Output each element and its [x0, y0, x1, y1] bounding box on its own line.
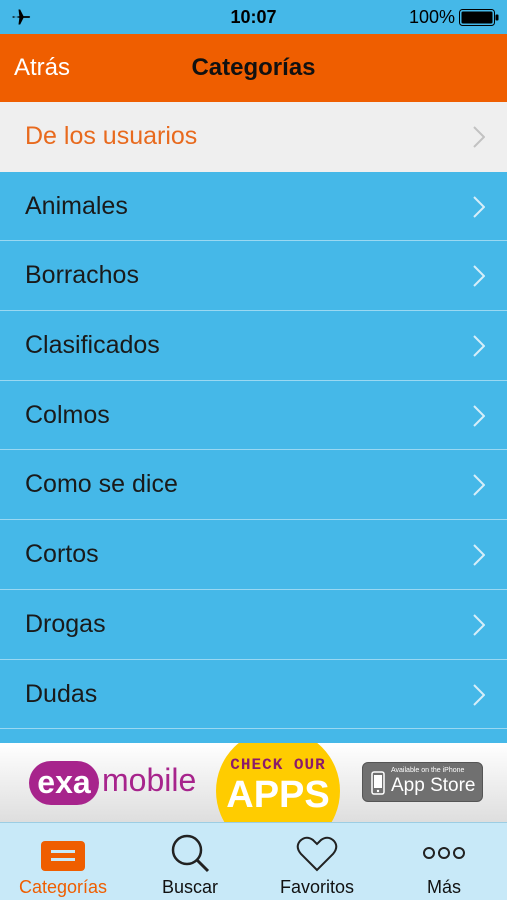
chevron-right-icon — [473, 126, 485, 148]
search-icon — [171, 834, 210, 873]
chevron-right-icon — [473, 544, 485, 566]
tab-label: Categorías — [18, 877, 108, 897]
list-item-de-los-usuarios[interactable]: De los usuarios — [0, 102, 507, 172]
list-item-borrachos[interactable]: Borrachos — [0, 241, 507, 312]
list-item-animales[interactable]: Animales — [0, 172, 507, 242]
tab-label: Más — [426, 877, 461, 897]
heart-icon — [296, 836, 338, 872]
categories-list: De los usuarios Animales Borrachos Clasi… — [0, 102, 507, 743]
app-store-label: App Store — [391, 775, 476, 796]
list-item-cortos[interactable]: Cortos — [0, 520, 507, 590]
categories-icon — [41, 841, 85, 871]
iphone-icon — [371, 771, 385, 795]
list-item-label: Animales — [25, 191, 128, 220]
list-item-label: De los usuarios — [25, 122, 198, 150]
list-item-label: Borrachos — [25, 261, 139, 290]
tab-buscar[interactable]: Buscar — [127, 823, 253, 900]
exa-logo-text: exa — [29, 761, 99, 805]
list-item-dudas[interactable]: Dudas — [0, 660, 507, 730]
app-store-caption: Available on the iPhone — [391, 767, 465, 774]
battery-percentage: 100% — [408, 7, 455, 27]
list-item-drogas[interactable]: Drogas — [0, 590, 507, 660]
navigation-bar: Atrás Categorías — [0, 34, 507, 102]
tab-mas[interactable]: Más — [381, 823, 507, 900]
check-our-text: CHECK OUR — [230, 756, 326, 774]
chevron-right-icon — [473, 335, 485, 357]
chevron-right-icon — [473, 265, 485, 288]
status-bar: 10:07 100% — [0, 0, 507, 34]
list-item-label: Clasificados — [25, 331, 160, 360]
mobile-logo-text: mobile — [102, 762, 197, 798]
list-item-clasificados[interactable]: Clasificados — [0, 311, 507, 381]
list-item-label: Cortos — [25, 540, 99, 569]
battery-icon — [459, 9, 499, 26]
list-item-como-se-dice[interactable]: Como se dice — [0, 450, 507, 521]
chevron-right-icon — [473, 195, 485, 218]
list-item-colmos[interactable]: Colmos — [0, 381, 507, 451]
check-our-apps-badge: CHECK OUR APPS — [216, 743, 340, 822]
page-title: Categorías — [191, 54, 316, 81]
list-item-label: Como se dice — [25, 470, 178, 499]
tab-categorias[interactable]: Categorías — [0, 823, 126, 900]
ad-banner[interactable]: exa mobile CHECK OUR APPS Available on t… — [0, 743, 507, 822]
chevron-right-icon — [473, 474, 485, 497]
app-store-badge[interactable]: Available on the iPhone App Store — [362, 762, 483, 802]
chevron-right-icon — [473, 614, 485, 636]
tab-bar: Categorías Buscar Favoritos Más — [0, 822, 507, 900]
chevron-right-icon — [473, 683, 485, 706]
apps-text: APPS — [226, 774, 330, 816]
list-item-label: Dudas — [25, 679, 98, 708]
tab-label: Buscar — [161, 877, 219, 897]
tab-favoritos[interactable]: Favoritos — [254, 823, 380, 900]
tab-label: Favoritos — [279, 877, 355, 897]
more-icon — [423, 847, 465, 859]
list-item-label: Colmos — [25, 400, 110, 429]
list-item-label: Drogas — [25, 609, 106, 638]
chevron-right-icon — [473, 405, 485, 427]
